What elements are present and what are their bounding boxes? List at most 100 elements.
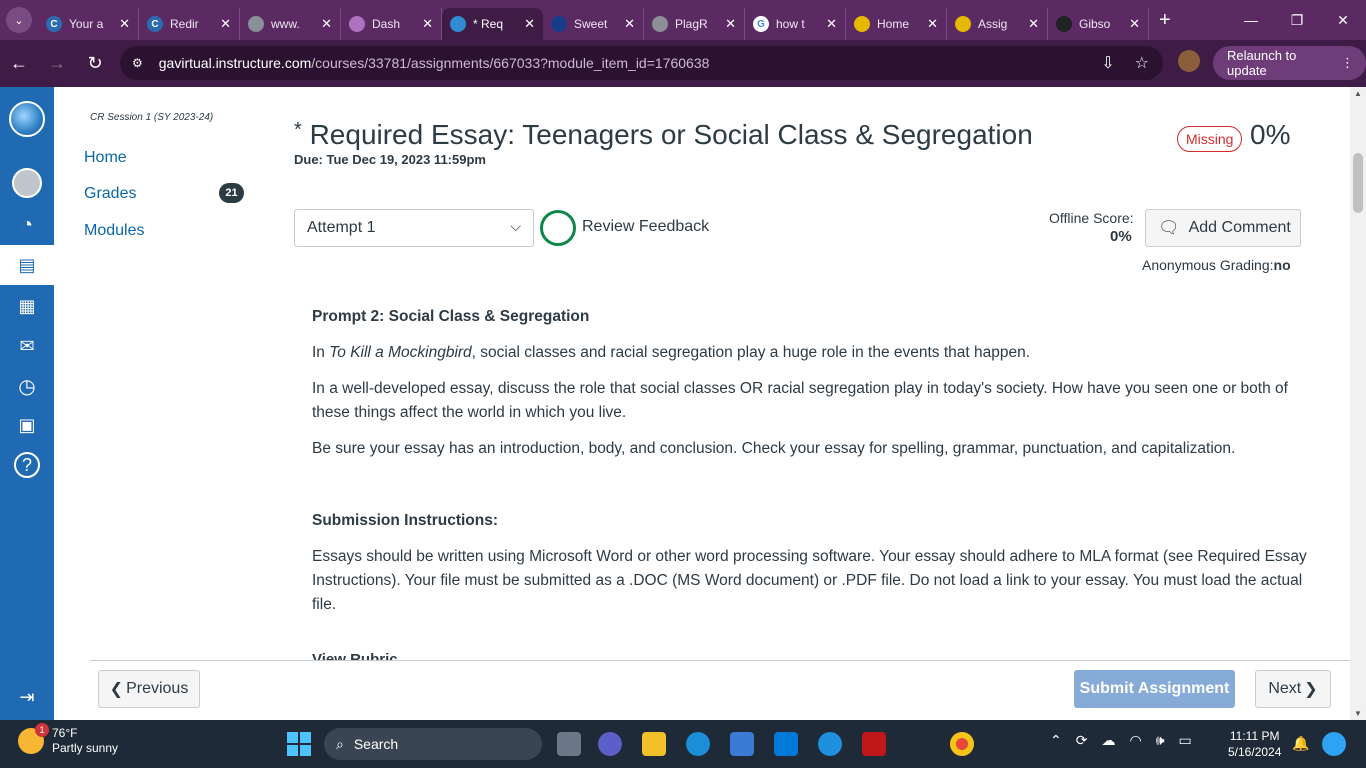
address-bar[interactable]: ⚙ gavirtual.instructure.com/courses/3378… <box>120 46 1163 80</box>
more-menu-icon[interactable]: ⋮ <box>1341 55 1354 71</box>
tab-close-icon[interactable]: ✕ <box>119 16 130 32</box>
scrollbar-thumb[interactable] <box>1353 153 1363 213</box>
mcafee-icon[interactable] <box>862 732 886 756</box>
institution-logo[interactable] <box>0 99 54 139</box>
browser-tab[interactable]: Gibso ✕ <box>1048 8 1149 40</box>
view-rubric-heading[interactable]: View Rubric <box>312 651 398 660</box>
tab-favicon-icon <box>248 16 264 32</box>
browser-tab[interactable]: www. ✕ <box>240 8 341 40</box>
install-app-icon[interactable]: ⇩ <box>1101 53 1114 73</box>
review-feedback-ring-icon[interactable] <box>540 210 576 246</box>
relaunch-button[interactable]: Relaunch to update ⋮ <box>1213 46 1366 80</box>
copilot-icon[interactable] <box>1322 732 1346 756</box>
page-scrollbar[interactable]: ▲ ▼ <box>1350 87 1366 720</box>
add-comment-button[interactable]: 🗨 Add Comment <box>1145 209 1301 247</box>
browser-tab[interactable]: C Your a ✕ <box>38 8 139 40</box>
browser-tab[interactable]: Ghow t ✕ <box>745 8 846 40</box>
collapse-nav-button[interactable]: ⇥ <box>0 677 54 717</box>
tab-close-icon[interactable]: ✕ <box>725 16 736 32</box>
tab-close-icon[interactable]: ✕ <box>826 16 837 32</box>
task-view-icon[interactable] <box>557 732 581 756</box>
tab-favicon-icon <box>450 16 466 32</box>
back-button[interactable]: ← <box>0 45 38 83</box>
new-tab-button[interactable]: + <box>1159 9 1171 32</box>
chevron-down-icon: ⌵ <box>510 218 521 234</box>
calendar-nav[interactable]: ▦ <box>0 286 54 326</box>
browser-tab[interactable]: C Redir ✕ <box>139 8 240 40</box>
commons-nav[interactable]: ▣ <box>0 405 54 445</box>
anonymous-grading: Anonymous Grading:no <box>1142 257 1291 273</box>
tab-close-icon[interactable]: ✕ <box>624 16 635 32</box>
help-app-icon[interactable] <box>818 732 842 756</box>
chrome-icon[interactable] <box>950 732 974 756</box>
store-icon[interactable] <box>730 732 754 756</box>
attempt-select[interactable]: Attempt 1 ⌵ <box>294 209 534 247</box>
tab-title: Your a <box>69 17 104 31</box>
notification-bell-icon[interactable]: 🔔 <box>1292 735 1309 752</box>
chevron-up-icon[interactable]: ⌃ <box>1050 732 1062 749</box>
url-path: /courses/33781/assignments/667033?module… <box>311 55 710 71</box>
course-nav-home[interactable]: Home <box>84 149 127 167</box>
scroll-down-icon[interactable]: ▼ <box>1354 709 1362 718</box>
tab-title: Dash <box>372 17 401 31</box>
minimize-button[interactable]: — <box>1228 0 1274 40</box>
tab-close-icon[interactable]: ✕ <box>927 16 938 32</box>
chevron-right-icon: ❯ <box>1304 681 1318 698</box>
windows-taskbar: 1 76°F Partly sunny ⌕ Search ⌃ ⟳ ☁ ◠ 🕪 ▭ 1… <box>0 720 1366 768</box>
status-badge: Missing <box>1177 126 1243 152</box>
dashboard-nav[interactable]: ◔ <box>0 205 54 245</box>
tab-close-icon[interactable]: ✕ <box>1129 16 1140 32</box>
teams-icon[interactable] <box>598 732 622 756</box>
tab-favicon-icon: C <box>46 16 62 32</box>
comment-icon: 🗨 <box>1158 218 1180 237</box>
account-nav[interactable] <box>0 163 54 203</box>
next-button[interactable]: Next ❯ <box>1255 670 1331 708</box>
tab-close-icon[interactable]: ✕ <box>321 16 332 32</box>
browser-tab[interactable]: Assig ✕ <box>947 8 1048 40</box>
site-settings-icon[interactable]: ⚙ <box>132 56 143 70</box>
browser-tab[interactable]: Dash ✕ <box>341 8 442 40</box>
start-button[interactable] <box>287 732 311 756</box>
submit-assignment-button[interactable]: Submit Assignment <box>1074 670 1235 708</box>
hp-icon[interactable] <box>774 732 798 756</box>
forward-button[interactable]: → <box>38 45 76 83</box>
help-nav[interactable]: ? <box>0 445 54 485</box>
tab-favicon-icon <box>955 16 971 32</box>
weather-widget[interactable]: 1 76°F Partly sunny <box>18 723 118 756</box>
scroll-up-icon[interactable]: ▲ <box>1354 89 1362 98</box>
inbox-nav[interactable]: ✉ <box>0 326 54 366</box>
volume-icon[interactable]: 🕪 <box>1156 732 1165 749</box>
tab-search-button[interactable]: ⌄ <box>0 0 38 40</box>
tab-title: www. <box>271 17 300 31</box>
url-host: gavirtual.instructure.com <box>158 55 312 71</box>
battery-icon[interactable]: ▭ <box>1179 732 1192 749</box>
course-nav-grades[interactable]: Grades <box>84 185 136 203</box>
courses-nav[interactable]: ▤ <box>0 245 54 285</box>
cloud-icon[interactable]: ☁ <box>1101 732 1115 749</box>
profile-avatar[interactable] <box>1178 50 1200 72</box>
course-nav-modules[interactable]: Modules <box>84 222 144 240</box>
browser-tab[interactable]: Home ✕ <box>846 8 947 40</box>
tab-close-icon[interactable]: ✕ <box>524 16 535 32</box>
edge-icon[interactable] <box>686 732 710 756</box>
bookmark-star-icon[interactable]: ☆ <box>1135 53 1149 73</box>
submission-heading: Submission Instructions: <box>312 512 499 529</box>
tab-close-icon[interactable]: ✕ <box>422 16 433 32</box>
taskbar-search[interactable]: ⌕ Search <box>324 728 542 760</box>
sync-icon[interactable]: ⟳ <box>1076 732 1088 749</box>
previous-button[interactable]: ❮ Previous <box>98 670 200 708</box>
history-nav[interactable]: ◷ <box>0 366 54 406</box>
browser-tab[interactable]: Sweet ✕ <box>543 8 644 40</box>
tab-close-icon[interactable]: ✕ <box>220 16 231 32</box>
taskbar-clock[interactable]: 11:11 PM 5/16/2024 <box>1228 728 1281 760</box>
clock-date: 5/16/2024 <box>1228 745 1282 759</box>
wifi-icon[interactable]: ◠ <box>1129 732 1141 749</box>
file-explorer-icon[interactable] <box>642 732 666 756</box>
close-window-button[interactable]: ✕ <box>1320 0 1366 40</box>
review-feedback-link[interactable]: Review Feedback <box>582 218 709 236</box>
browser-tab[interactable]: * Req ✕ <box>442 8 543 40</box>
restore-button[interactable]: ❐ <box>1274 0 1320 40</box>
browser-tab[interactable]: PlagR ✕ <box>644 8 745 40</box>
tab-close-icon[interactable]: ✕ <box>1028 16 1039 32</box>
reload-button[interactable]: ↻ <box>76 45 114 83</box>
